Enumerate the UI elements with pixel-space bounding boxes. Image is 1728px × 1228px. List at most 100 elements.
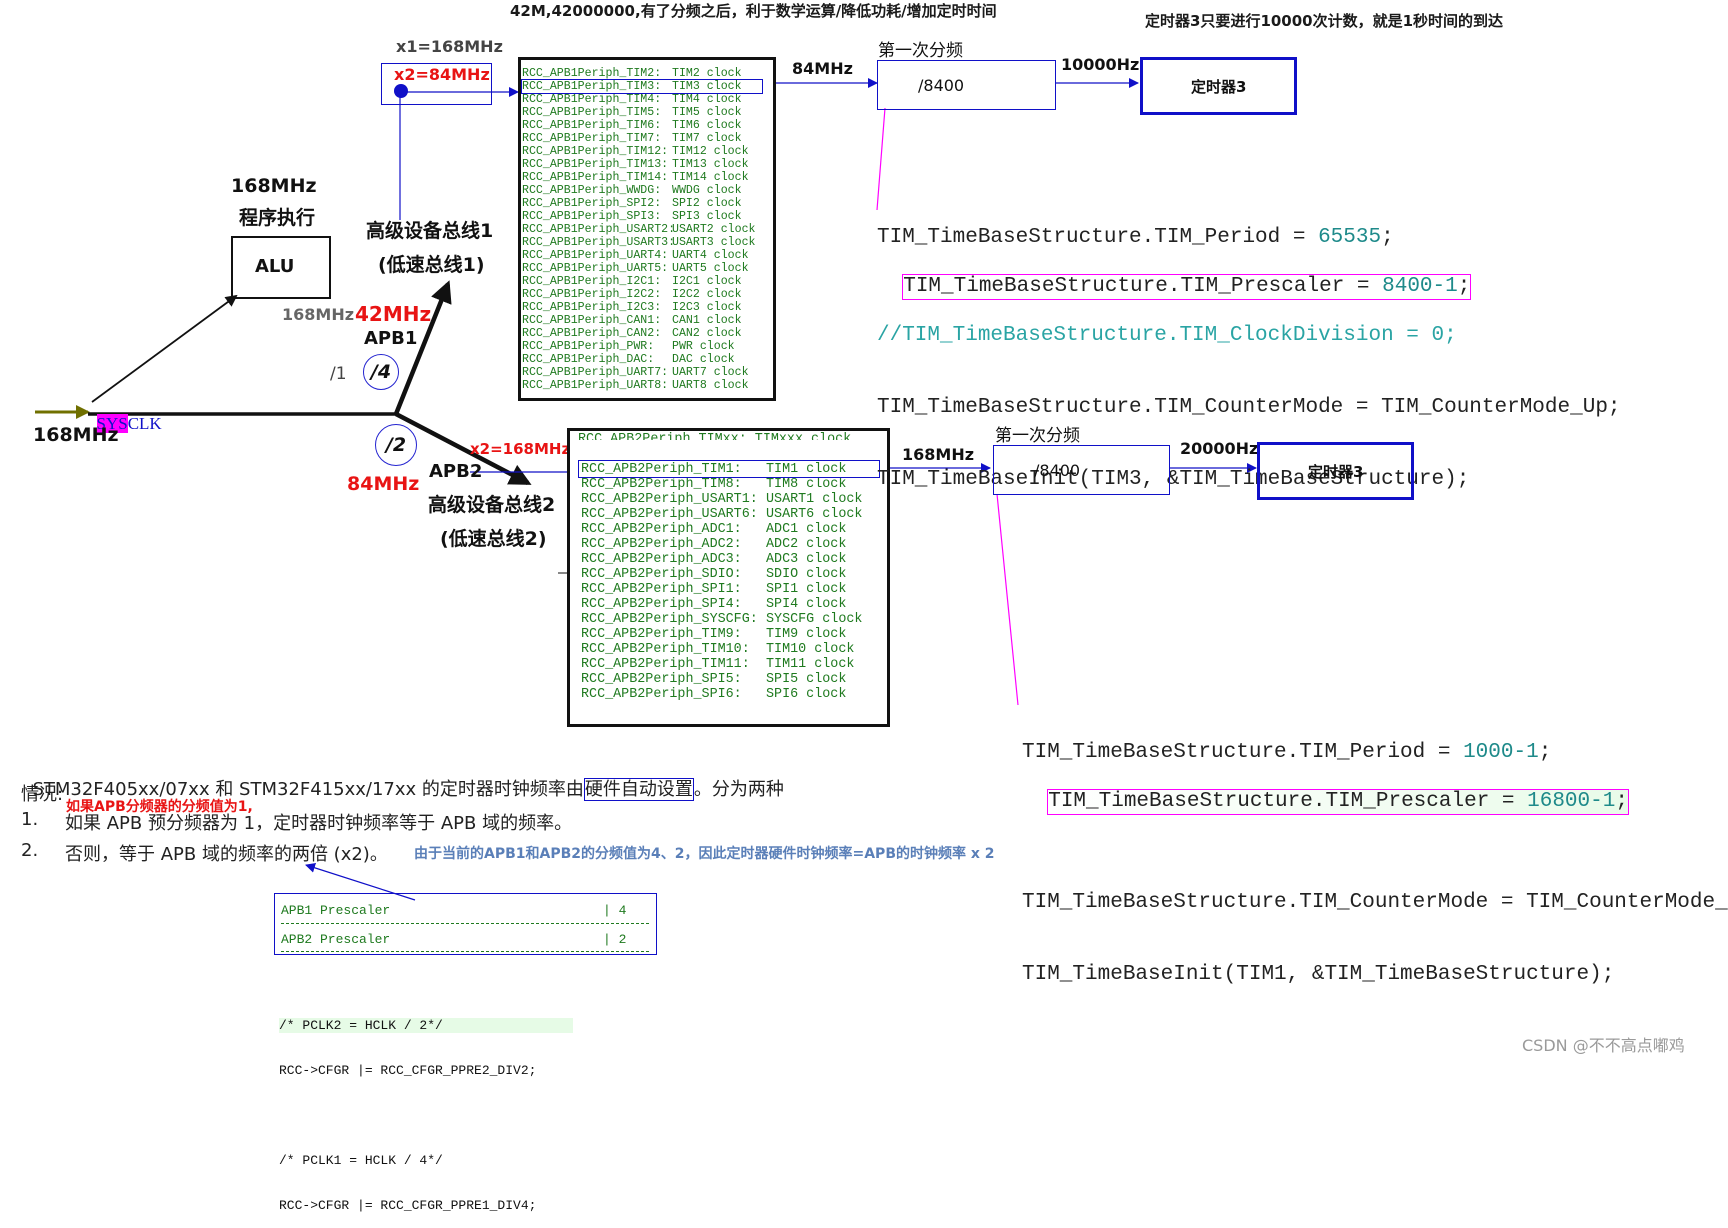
periph-clock: DAC clock — [672, 353, 735, 366]
apb1-result-freq: 10000Hz — [1061, 55, 1140, 74]
periph-macro: RCC_APB2Periph_SPI4: — [581, 597, 742, 612]
apb2-div-circle: /2 — [375, 424, 417, 466]
apb1-code-block: TIM_TimeBaseStructure.TIM_Period = 65535… — [877, 178, 1621, 516]
periph-clock: I2C1 clock — [672, 275, 742, 288]
periph-macro: RCC_APB1Periph_SPI3: — [522, 210, 662, 223]
alu-caption: 程序执行 — [239, 207, 316, 229]
apb2-periph-panel: RCC_APB2Periph_TIMxx: TIMxxx clock RCC_A… — [567, 428, 890, 727]
periph-clock: I2C2 clock — [672, 288, 742, 301]
periph-clock: TIM11 clock — [766, 657, 855, 672]
periph-clock: SDIO clock — [766, 567, 847, 582]
periph-row: RCC_APB2Periph_TIM9: TIM9 clock — [581, 627, 846, 642]
bottom-code-line: /* PCLK1 = HCLK / 4*/ — [279, 1153, 443, 1168]
apb1-periph-list: RCC_APB1Periph_TIM2: TIM2 clock RCC_APB1Pe… — [522, 67, 756, 392]
apb1-tim3-highlight — [521, 79, 763, 94]
periph-clock: UART7 clock — [672, 366, 749, 379]
periph-clock: ADC3 clock — [766, 552, 847, 567]
periph-clock: USART1 clock — [766, 492, 863, 507]
apb1-bus-name: 高级设备总线1 — [366, 220, 494, 242]
periph-row: RCC_APB2Periph_ADC1: ADC1 clock — [581, 522, 846, 537]
apb2-out-freq: 168MHz — [902, 445, 975, 464]
apb2-bus-name: 高级设备总线2 — [428, 494, 556, 516]
table-divider — [281, 923, 649, 924]
apb1-bus-sub: (低速总线1) — [378, 254, 485, 276]
periph-clock: TIM6 clock — [672, 119, 742, 132]
periph-clock: UART4 clock — [672, 249, 749, 262]
periph-clock: TIM13 clock — [672, 158, 749, 171]
periph-row: RCC_APB1Periph_UART4: UART4 clock — [522, 249, 749, 262]
apb1-div-left: /1 — [330, 364, 347, 384]
periph-clock: SPI5 clock — [766, 672, 847, 687]
alu-arrow — [91, 294, 238, 403]
periph-macro: RCC_APB2Periph_TIM9: — [581, 627, 742, 642]
prescaler-name: APB1 Prescaler — [281, 903, 391, 918]
top-note: 42M,42000000,有了分频之后，利于数学运算/降低功耗/增加定时时间 — [510, 2, 997, 20]
apb2-code-period: TIM_TimeBaseStructure.TIM_Period = 1000-… — [1022, 741, 1552, 764]
apb1-out-freq: 84MHz — [792, 59, 853, 78]
periph-macro: RCC_APB2Periph_ADC3: — [581, 552, 742, 567]
apb2-code-block: TIM_TimeBaseStructure.TIM_Period = 1000-… — [1022, 693, 1728, 1011]
apb2-first-div-label: 第一次分频 — [995, 426, 1080, 446]
prescaler-table: APB1 Prescaler | 4 APB2 Prescaler | 2 — [274, 893, 657, 955]
doc-paragraph-2: 情况: — [21, 784, 64, 805]
periph-macro: RCC_APB1Periph_USART2: — [522, 223, 676, 236]
periph-row: RCC_APB1Periph_I2C3: I2C3 clock — [522, 301, 742, 314]
doc-paragraph-1: STM32F405xx/07xx 和 STM32F415xx/17xx 的定时器… — [32, 778, 784, 801]
periph-macro: RCC_APB2Periph_TIM8: — [581, 477, 742, 492]
periph-clock: WWDG clock — [672, 184, 742, 197]
periph-macro: RCC_APB1Periph_DAC: — [522, 353, 655, 366]
apb1-x2-label: x2=84MHz — [394, 65, 490, 84]
watermark: CSDN @不不高点嘟鸡 — [1522, 1036, 1685, 1055]
periph-row: RCC_APB1Periph_USART3: USART3 clock — [522, 236, 756, 249]
periph-row: RCC_APB2Periph_SDIO: SDIO clock — [581, 567, 846, 582]
apb1-code-period: TIM_TimeBaseStructure.TIM_Period = 65535… — [877, 226, 1394, 249]
periph-macro: RCC_APB1Periph_CAN1: — [522, 314, 662, 327]
periph-row: RCC_APB1Periph_I2C2: I2C2 clock — [522, 288, 742, 301]
apb1-div-value: /8400 — [918, 76, 965, 95]
periph-clock: TIM4 clock — [672, 93, 742, 106]
apb2-code-countermode: TIM_TimeBaseStructure.TIM_CounterMode = … — [1022, 891, 1728, 914]
periph-clock: USART6 clock — [766, 507, 863, 522]
periph-macro: RCC_APB1Periph_UART5: — [522, 262, 669, 275]
periph-row: RCC_APB2Periph_SPI5: SPI5 clock — [581, 672, 846, 687]
periph-row: RCC_APB1Periph_PWR: PWR clock — [522, 340, 735, 353]
prescaler-name: APB2 Prescaler — [281, 932, 391, 947]
apb2-bus-sub: (低速总线2) — [440, 528, 547, 550]
periph-macro: RCC_APB2Periph_ADC1: — [581, 522, 742, 537]
periph-row: RCC_APB2Periph_SPI1: SPI1 clock — [581, 582, 846, 597]
bottom-code-block: /* PCLK2 = HCLK / 2*/ RCC->CFGR |= RCC_C… — [279, 988, 573, 1228]
periph-clock: USART3 clock — [672, 236, 756, 249]
periph-clock: TIM8 clock — [766, 477, 847, 492]
apb1-x2-box: x2=84MHz — [381, 63, 492, 105]
doc-item-1: 如果 APB 预分频器为 1，定时器时钟频率等于 APB 域的频率。 — [65, 813, 573, 834]
apb2-timer-label: 定时器3 — [1308, 463, 1364, 481]
periph-row: RCC_APB1Periph_TIM14: TIM14 clock — [522, 171, 749, 184]
periph-macro: RCC_APB1Periph_UART7: — [522, 366, 669, 379]
doc-item-2-number: 2. — [21, 840, 39, 861]
apb1-first-div-label: 第一次分频 — [878, 41, 963, 61]
periph-row: RCC_APB1Periph_TIM5: TIM5 clock — [522, 106, 742, 119]
periph-clock: ADC1 clock — [766, 522, 847, 537]
periph-row: RCC_APB2Periph_ADC2: ADC2 clock — [581, 537, 846, 552]
apb1-name: APB1 — [364, 328, 418, 349]
periph-macro: RCC_APB1Periph_TIM5: — [522, 106, 662, 119]
periph-row: RCC_APB1Periph_TIM7: TIM7 clock — [522, 132, 742, 145]
periph-macro: RCC_APB1Periph_TIM13: — [522, 158, 669, 171]
sysclk-label-b: CLK — [127, 414, 162, 433]
apb2-prescaler-link — [996, 493, 1019, 706]
apb1-x1-label: x1=168MHz — [396, 37, 503, 56]
periph-row: RCC_APB1Periph_TIM12: TIM12 clock — [522, 145, 749, 158]
prescaler-row-apb2: APB2 Prescaler | 2 — [281, 932, 651, 947]
bottom-code-line — [279, 1108, 573, 1123]
apb2-code-prescaler: TIM_TimeBaseStructure.TIM_Prescaler = 16… — [1047, 789, 1629, 815]
periph-clock: CAN2 clock — [672, 327, 742, 340]
apb1-code-countermode: TIM_TimeBaseStructure.TIM_CounterMode = … — [877, 396, 1621, 419]
periph-row: RCC_APB1Periph_TIM4: TIM4 clock — [522, 93, 742, 106]
doc-item-2-note: 由于当前的APB1和APB2的分频值为4、2，因此定时器硬件时钟频率=APB的时… — [414, 846, 995, 862]
periph-clock: TIM5 clock — [672, 106, 742, 119]
periph-row: RCC_APB2Periph_TIM10: TIM10 clock — [581, 642, 854, 657]
apb2-freq: 84MHz — [347, 473, 420, 495]
periph-row: RCC_APB2Periph_SPI6: SPI6 clock — [581, 687, 846, 702]
periph-row: RCC_APB1Periph_TIM6: TIM6 clock — [522, 119, 742, 132]
periph-clock: TIM7 clock — [672, 132, 742, 145]
